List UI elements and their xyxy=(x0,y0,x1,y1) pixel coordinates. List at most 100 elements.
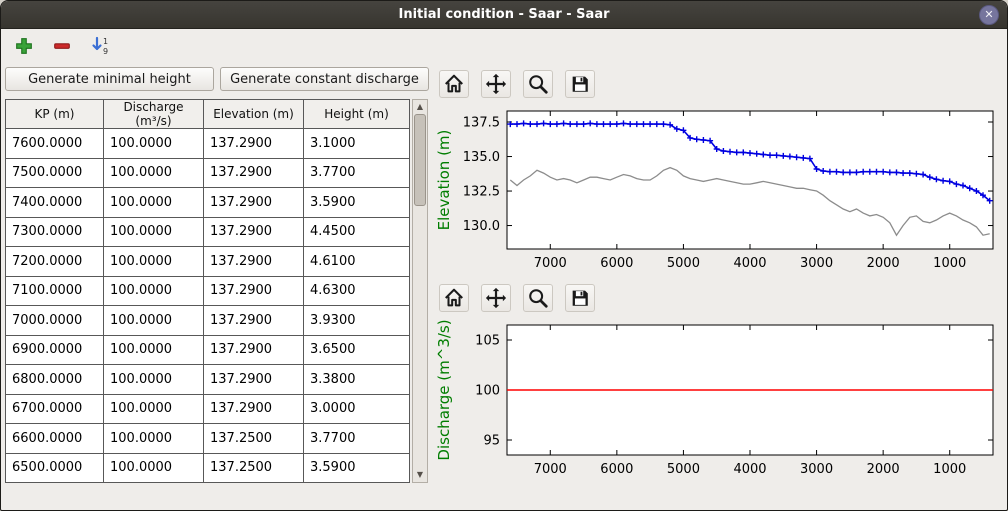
table-cell[interactable]: 137.2900 xyxy=(204,129,304,159)
remove-row-button[interactable] xyxy=(49,33,75,59)
scrollbar-track[interactable] xyxy=(413,114,427,468)
home-button[interactable] xyxy=(439,70,469,98)
table-cell[interactable]: 7100.0000 xyxy=(6,276,104,306)
table-cell[interactable]: 137.2900 xyxy=(204,335,304,365)
table-cell[interactable]: 100.0000 xyxy=(104,306,204,336)
table-cell[interactable]: 137.2900 xyxy=(204,158,304,188)
table-row[interactable]: 7400.0000100.0000137.29003.5900 xyxy=(6,188,410,218)
table-row[interactable]: 6500.0000100.0000137.25003.5900 xyxy=(6,453,410,483)
scroll-up-icon[interactable]: ▲ xyxy=(413,100,427,114)
table-row[interactable]: 7200.0000100.0000137.29004.6100 xyxy=(6,247,410,277)
table-cell[interactable]: 6900.0000 xyxy=(6,335,104,365)
table-cell[interactable]: 6500.0000 xyxy=(6,453,104,483)
table-cell[interactable]: 100.0000 xyxy=(104,247,204,277)
table-cell[interactable]: 100.0000 xyxy=(104,276,204,306)
save-icon xyxy=(569,287,591,309)
titlebar[interactable]: Initial condition - Saar - Saar ✕ xyxy=(1,1,1007,29)
table-cell[interactable]: 3.1000 xyxy=(304,129,410,159)
table-cell[interactable]: 3.5900 xyxy=(304,188,410,218)
table-cell[interactable]: 100.0000 xyxy=(104,335,204,365)
table-cell[interactable]: 7000.0000 xyxy=(6,306,104,336)
table-row[interactable]: 7600.0000100.0000137.29003.1000 xyxy=(6,129,410,159)
table-cell[interactable]: 4.4500 xyxy=(304,217,410,247)
column-header[interactable]: Discharge (m³/s) xyxy=(104,100,204,129)
table-cell[interactable]: 100.0000 xyxy=(104,188,204,218)
pan-button[interactable] xyxy=(481,70,511,98)
table-row[interactable]: 6600.0000100.0000137.25003.7700 xyxy=(6,424,410,454)
table-cell[interactable]: 137.2500 xyxy=(204,424,304,454)
zoom-button[interactable] xyxy=(523,70,553,98)
svg-text:Discharge (m^3/s): Discharge (m^3/s) xyxy=(435,319,453,460)
svg-text:6000: 6000 xyxy=(600,462,633,477)
generate-constant-discharge-button[interactable]: Generate constant discharge xyxy=(220,67,429,91)
table-cell[interactable]: 7300.0000 xyxy=(6,217,104,247)
window-title: Initial condition - Saar - Saar xyxy=(398,7,609,22)
table-cell[interactable]: 137.2900 xyxy=(204,394,304,424)
table-cell[interactable]: 137.2900 xyxy=(204,247,304,277)
table-cell[interactable]: 100.0000 xyxy=(104,424,204,454)
zoom-icon xyxy=(527,287,549,309)
table-cell[interactable]: 6700.0000 xyxy=(6,394,104,424)
table-cell[interactable]: 4.6300 xyxy=(304,276,410,306)
table-cell[interactable]: 3.7700 xyxy=(304,158,410,188)
table-row[interactable]: 7500.0000100.0000137.29003.7700 xyxy=(6,158,410,188)
window: Initial condition - Saar - Saar ✕ 1 9 Ge… xyxy=(0,0,1008,511)
table-cell[interactable]: 3.6500 xyxy=(304,335,410,365)
table-cell[interactable]: 7600.0000 xyxy=(6,129,104,159)
save-button[interactable] xyxy=(565,70,595,98)
table-cell[interactable]: 137.2900 xyxy=(204,306,304,336)
generate-buttons-row: Generate minimal height Generate constan… xyxy=(5,67,429,91)
table-scrollbar[interactable]: ▲ ▼ xyxy=(412,99,428,483)
table-cell[interactable]: 6600.0000 xyxy=(6,424,104,454)
table-cell[interactable]: 137.2500 xyxy=(204,453,304,483)
table-cell[interactable]: 100.0000 xyxy=(104,394,204,424)
table-cell[interactable]: 3.7700 xyxy=(304,424,410,454)
table-row[interactable]: 7300.0000100.0000137.29004.4500 xyxy=(6,217,410,247)
table-cell[interactable]: 7500.0000 xyxy=(6,158,104,188)
table-cell[interactable]: 100.0000 xyxy=(104,158,204,188)
table-row[interactable]: 6700.0000100.0000137.29003.0000 xyxy=(6,394,410,424)
column-header[interactable]: KP (m) xyxy=(6,100,104,129)
pan-button[interactable] xyxy=(481,284,511,312)
table-cell[interactable]: 6800.0000 xyxy=(6,365,104,395)
table-cell[interactable]: 3.5900 xyxy=(304,453,410,483)
table-cell[interactable]: 3.3800 xyxy=(304,365,410,395)
discharge-chart[interactable]: 700060005000400030002000100095100105Disc… xyxy=(435,317,1001,481)
svg-text:132.5: 132.5 xyxy=(463,185,500,200)
sort-button[interactable]: 1 9 xyxy=(87,33,113,59)
table-row[interactable]: 7100.0000100.0000137.29004.6300 xyxy=(6,276,410,306)
table-cell[interactable]: 4.6100 xyxy=(304,247,410,277)
svg-text:4000: 4000 xyxy=(733,462,766,477)
svg-text:6000: 6000 xyxy=(600,256,633,271)
table-cell[interactable]: 100.0000 xyxy=(104,217,204,247)
table-cell[interactable]: 137.2900 xyxy=(204,365,304,395)
table-cell[interactable]: 7400.0000 xyxy=(6,188,104,218)
table-area: KP (m)Discharge (m³/s)Elevation (m)Heigh… xyxy=(5,99,429,483)
elevation-chart[interactable]: 7000600050004000300020001000130.0132.513… xyxy=(435,103,1001,275)
column-header[interactable]: Elevation (m) xyxy=(204,100,304,129)
zoom-button[interactable] xyxy=(523,284,553,312)
table-row[interactable]: 6900.0000100.0000137.29003.6500 xyxy=(6,335,410,365)
table-cell[interactable]: 137.2900 xyxy=(204,217,304,247)
table-cell[interactable]: 100.0000 xyxy=(104,365,204,395)
column-header[interactable]: Height (m) xyxy=(304,100,410,129)
table-cell[interactable]: 137.2900 xyxy=(204,276,304,306)
table-header-row: KP (m)Discharge (m³/s)Elevation (m)Heigh… xyxy=(6,100,410,129)
table-cell[interactable]: 100.0000 xyxy=(104,453,204,483)
table-cell[interactable]: 3.9300 xyxy=(304,306,410,336)
table-cell[interactable]: 3.0000 xyxy=(304,394,410,424)
pan-icon xyxy=(485,73,507,95)
scroll-down-icon[interactable]: ▼ xyxy=(413,468,427,482)
save-button[interactable] xyxy=(565,284,595,312)
scrollbar-thumb[interactable] xyxy=(414,114,426,206)
home-button[interactable] xyxy=(439,284,469,312)
svg-text:137.5: 137.5 xyxy=(463,116,500,131)
table-cell[interactable]: 100.0000 xyxy=(104,129,204,159)
close-button[interactable]: ✕ xyxy=(979,5,999,25)
table-row[interactable]: 7000.0000100.0000137.29003.9300 xyxy=(6,306,410,336)
add-row-button[interactable] xyxy=(11,33,37,59)
table-cell[interactable]: 7200.0000 xyxy=(6,247,104,277)
generate-minimal-height-button[interactable]: Generate minimal height xyxy=(5,67,214,91)
table-cell[interactable]: 137.2900 xyxy=(204,188,304,218)
table-row[interactable]: 6800.0000100.0000137.29003.3800 xyxy=(6,365,410,395)
